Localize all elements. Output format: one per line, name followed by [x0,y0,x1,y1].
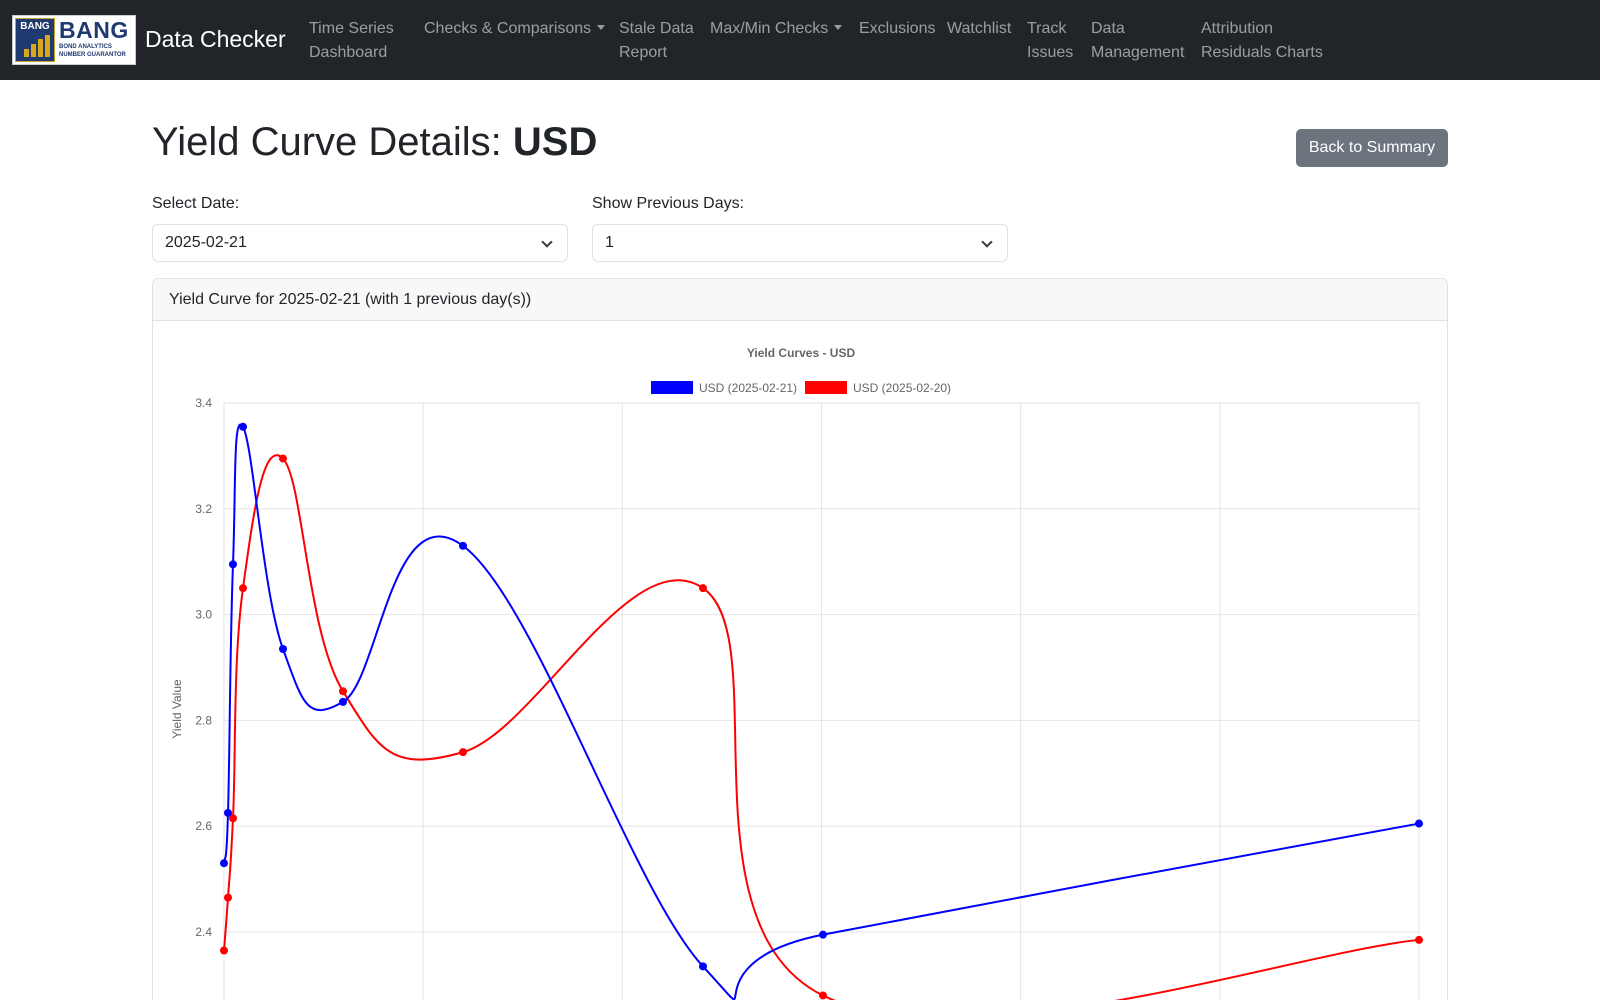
y-tick-label: 3.4 [195,396,212,410]
caret-down-icon [834,25,843,31]
caret-down-icon [597,25,606,31]
nav-label-line1: Attribution [1201,20,1274,37]
page-title-prefix: Yield Curve Details: [152,120,513,164]
page-title-currency: USD [512,120,598,164]
nav-max-min-checks-dropdown[interactable]: Max/Min Checks [710,17,843,41]
chevron-down-icon [981,236,993,248]
nav-label: Checks & Comparisons [424,20,592,37]
nav-label: Exclusions [859,20,936,37]
data-point [699,962,707,971]
nav-watchlist[interactable]: Watchlist [947,17,1011,41]
nav-attribution-residuals-charts[interactable]: Attribution Residuals Charts [1201,17,1323,65]
bar-chart-icon [24,35,50,57]
data-point [239,422,247,431]
logo-badge-icon: BANG [15,18,55,62]
data-point [279,644,287,653]
data-point [459,748,467,757]
app-title[interactable]: Data Checker [145,26,286,53]
nav-label-line2: Residuals Charts [1201,44,1323,61]
data-point [1415,819,1423,828]
chart-title: Yield Curves - USD [747,346,856,360]
y-tick-label: 3.0 [195,608,212,622]
nav-exclusions[interactable]: Exclusions [859,17,935,41]
top-navbar: BANG BANG BOND ANALYTICS NUMBER GUARANTO… [0,0,1600,80]
data-point [339,697,347,706]
chevron-down-icon [541,236,553,248]
data-point [699,584,707,593]
page-title: Yield Curve Details: USD [152,120,597,165]
select-date-label: Select Date: [152,195,240,212]
legend-swatch [805,381,847,394]
back-to-summary-button[interactable]: Back to Summary [1296,129,1448,167]
nav-track-issues[interactable]: Track Issues [1027,17,1073,65]
data-point [1415,935,1423,944]
logo-badge-text: BANG [20,21,50,32]
logo-subtitle: BOND ANALYTICS NUMBER GUARANTOR [59,44,126,58]
data-point [279,454,287,463]
y-tick-label: 2.8 [195,713,212,727]
data-point [224,893,232,902]
previous-days-select[interactable]: 1 [592,224,1008,262]
logo-word: BANG [59,17,129,43]
legend-label: USD (2025-02-21) [699,381,797,395]
nav-label-line2: Issues [1027,44,1074,61]
y-tick-label: 3.2 [195,502,212,516]
data-point [224,808,232,817]
data-point [819,930,827,939]
nav-label-line1: Stale Data [619,20,694,37]
nav-label-line2: Management [1091,44,1185,61]
data-point [459,541,467,550]
yield-curve-chart[interactable]: 2.42.62.83.03.23.4Yield Curves - USDYiel… [153,279,1448,1000]
nav-stale-data-report[interactable]: Stale Data Report [619,17,694,65]
data-point [220,859,228,868]
nav-label: Watchlist [947,20,1012,37]
y-axis-label: Yield Value [170,679,184,739]
nav-checks-comparisons-dropdown[interactable]: Checks & Comparisons [424,17,606,41]
yield-curve-card: Yield Curve for 2025-02-21 (with 1 previ… [152,278,1448,1000]
legend-swatch [651,381,693,394]
previous-days-label: Show Previous Days: [592,195,745,212]
nav-data-management[interactable]: Data Management [1091,17,1184,65]
nav-label-line1: Data [1091,20,1125,37]
previous-days-select-value: 1 [605,234,614,251]
date-select[interactable]: 2025-02-21 [152,224,568,262]
data-point [239,584,247,593]
data-point [229,560,237,569]
nav-label: Max/Min Checks [710,20,829,37]
date-select-value: 2025-02-21 [165,234,247,251]
bang-logo[interactable]: BANG BANG BOND ANALYTICS NUMBER GUARANTO… [12,15,136,65]
y-tick-label: 2.4 [195,925,212,939]
nav-label-line1: Time Series [309,20,394,37]
nav-label-line1: Track [1027,20,1067,37]
data-point [819,991,827,1000]
nav-label-line2: Report [619,44,668,61]
data-point [220,946,228,955]
data-point [339,687,347,696]
legend-label: USD (2025-02-20) [853,381,951,395]
nav-time-series-dashboard[interactable]: Time Series Dashboard [309,17,394,65]
nav-label-line2: Dashboard [309,44,388,61]
y-tick-label: 2.6 [195,819,212,833]
